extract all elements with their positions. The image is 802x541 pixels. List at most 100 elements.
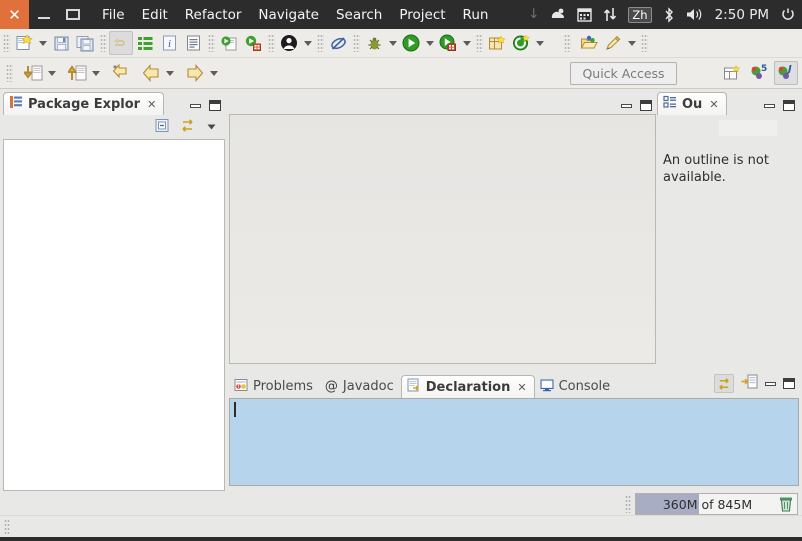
refresh-button[interactable] bbox=[509, 31, 533, 55]
run-dropdown[interactable] bbox=[423, 31, 436, 55]
next-annotation-button[interactable] bbox=[21, 61, 45, 85]
ubuntu-one-icon[interactable] bbox=[550, 7, 566, 23]
maximize-icon[interactable] bbox=[640, 100, 652, 111]
edit-button[interactable] bbox=[601, 31, 625, 55]
minimize-window-button[interactable] bbox=[29, 0, 58, 29]
menu-search[interactable]: Search bbox=[335, 5, 383, 25]
debug-dropdown[interactable] bbox=[386, 31, 399, 55]
trash-icon[interactable] bbox=[775, 496, 797, 512]
debug-button[interactable] bbox=[362, 31, 386, 55]
toolbar-grip-3[interactable] bbox=[208, 34, 215, 52]
menu-navigate[interactable]: Navigate bbox=[257, 5, 320, 25]
bottom-view-stack: ! Problems @ Javadoc Declaration ✕ Conso… bbox=[229, 374, 799, 492]
collapse-all-button[interactable] bbox=[154, 118, 170, 137]
heap-status-grip[interactable] bbox=[625, 495, 631, 513]
new-file-dropdown[interactable] bbox=[36, 31, 49, 55]
input-method-indicator[interactable]: Zh bbox=[628, 6, 652, 23]
forward-dropdown[interactable] bbox=[207, 61, 220, 85]
save-button[interactable] bbox=[49, 31, 73, 55]
minimize-icon[interactable] bbox=[764, 103, 775, 108]
clock-label[interactable]: 2:50 PM bbox=[715, 7, 769, 23]
tab-console[interactable]: Console bbox=[535, 375, 618, 398]
menu-run[interactable]: Run bbox=[462, 5, 490, 25]
menu-file[interactable]: File bbox=[101, 5, 126, 25]
network-icon[interactable] bbox=[603, 7, 617, 22]
save-all-button[interactable] bbox=[73, 31, 97, 55]
toolbar-grip-5[interactable] bbox=[317, 34, 324, 52]
next-annotation-dropdown[interactable] bbox=[45, 61, 58, 85]
toolbar-grip-4[interactable] bbox=[268, 34, 275, 52]
maximize-icon[interactable] bbox=[783, 100, 795, 111]
package-explorer-tree[interactable] bbox=[3, 139, 225, 491]
back-dropdown[interactable] bbox=[163, 61, 176, 85]
tab-outline[interactable]: Ou ✕ bbox=[657, 92, 727, 115]
link-with-selection-button[interactable] bbox=[714, 374, 734, 393]
previous-annotation-dropdown[interactable] bbox=[89, 61, 102, 85]
link-editor-button[interactable] bbox=[109, 31, 133, 55]
maximize-icon[interactable] bbox=[209, 100, 221, 111]
session-gear-icon[interactable] bbox=[780, 7, 796, 23]
tab-package-explorer[interactable]: Package Explor ✕ bbox=[3, 92, 165, 115]
close-icon[interactable]: ✕ bbox=[517, 381, 526, 394]
user-button[interactable] bbox=[277, 31, 301, 55]
minimize-icon[interactable] bbox=[190, 103, 201, 108]
bluetooth-icon[interactable] bbox=[663, 6, 675, 23]
tab-problems[interactable]: ! Problems bbox=[229, 375, 320, 398]
editor-canvas[interactable] bbox=[229, 114, 656, 364]
skip-breakpoints-button[interactable] bbox=[326, 31, 350, 55]
close-icon[interactable]: ✕ bbox=[147, 98, 156, 111]
minimize-icon[interactable] bbox=[765, 381, 776, 386]
link-with-editor-button[interactable] bbox=[179, 118, 196, 137]
last-edit-location-button[interactable]: * bbox=[109, 61, 133, 85]
perspective-java-ee-button[interactable]: 5 bbox=[747, 61, 771, 85]
back-button[interactable] bbox=[139, 61, 163, 85]
toolbar-grip-9[interactable] bbox=[641, 34, 648, 52]
coverage-button[interactable] bbox=[436, 31, 460, 55]
problems-icon: ! bbox=[234, 378, 248, 396]
run-button[interactable] bbox=[399, 31, 423, 55]
user-dropdown[interactable] bbox=[301, 31, 314, 55]
view-menu-button[interactable] bbox=[205, 118, 218, 137]
minimize-icon[interactable] bbox=[621, 103, 632, 108]
close-icon[interactable]: ✕ bbox=[709, 98, 718, 111]
toolbar-grip-7[interactable] bbox=[476, 34, 483, 52]
new-file-button[interactable] bbox=[12, 31, 36, 55]
nav-toolbar-grip[interactable] bbox=[6, 64, 13, 82]
tab-declaration[interactable]: Declaration ✕ bbox=[400, 375, 535, 398]
new-package-button[interactable] bbox=[485, 31, 509, 55]
menu-edit[interactable]: Edit bbox=[141, 5, 169, 25]
declaration-content[interactable] bbox=[229, 398, 799, 486]
maximize-window-button[interactable] bbox=[58, 0, 87, 29]
toolbar-grip-6[interactable] bbox=[353, 34, 360, 52]
coverage-dropdown[interactable] bbox=[460, 31, 473, 55]
open-resource-button[interactable] bbox=[577, 31, 601, 55]
menu-project[interactable]: Project bbox=[398, 5, 446, 25]
quick-access-input[interactable]: Quick Access bbox=[570, 62, 677, 85]
edit-dropdown[interactable] bbox=[625, 31, 638, 55]
external-tools-button[interactable] bbox=[241, 31, 265, 55]
tab-label: Declaration bbox=[425, 379, 511, 395]
info-button[interactable]: i bbox=[157, 31, 181, 55]
run-last-tool-button[interactable] bbox=[217, 31, 241, 55]
toolbar-grip[interactable] bbox=[3, 34, 10, 52]
document-button[interactable] bbox=[181, 31, 205, 55]
volume-icon[interactable] bbox=[686, 7, 704, 22]
list-view-button[interactable] bbox=[133, 31, 157, 55]
toolbar-grip-8[interactable] bbox=[564, 34, 571, 52]
close-window-button[interactable]: ✕ bbox=[0, 0, 29, 29]
open-perspective-button[interactable] bbox=[720, 61, 744, 85]
status-bar-grip[interactable] bbox=[4, 519, 10, 535]
menu-refactor[interactable]: Refactor bbox=[184, 5, 243, 25]
pin-selection-button[interactable] bbox=[741, 374, 758, 393]
previous-annotation-button[interactable] bbox=[65, 61, 89, 85]
calendar-icon[interactable] bbox=[577, 7, 593, 22]
refresh-dropdown[interactable] bbox=[533, 31, 546, 55]
toolbar-grip-2[interactable] bbox=[100, 34, 107, 52]
maximize-icon[interactable] bbox=[783, 378, 795, 389]
download-arrow-icon[interactable]: ↓ bbox=[528, 7, 539, 22]
eclipse-window: ✕ File Edit Refactor Navigate Search Pro… bbox=[0, 0, 802, 541]
tab-javadoc[interactable]: @ Javadoc bbox=[320, 375, 401, 398]
perspective-java-button[interactable]: J bbox=[774, 61, 798, 85]
heap-status[interactable]: 360M of 845M bbox=[635, 493, 798, 515]
forward-button[interactable] bbox=[183, 61, 207, 85]
